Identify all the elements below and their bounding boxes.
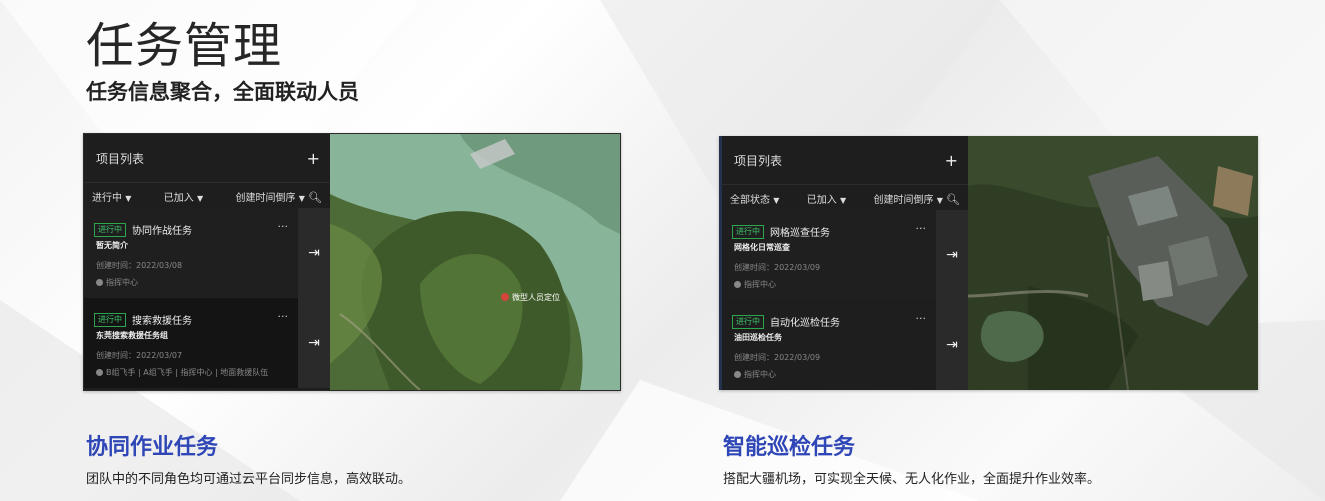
enter-icon[interactable]: ⇥: [936, 210, 968, 300]
task-created: 创建时间：2022/03/09: [734, 263, 821, 272]
more-icon[interactable]: ···: [916, 222, 927, 235]
map-marker-label: 微型人员定位: [512, 292, 560, 302]
task-created: 创建时间：2022/03/09: [734, 353, 821, 362]
task-desc: 油田巡检任务: [734, 333, 782, 342]
status-filter[interactable]: 进行中 ▼: [92, 189, 131, 204]
enter-icon[interactable]: ⇥: [298, 208, 330, 298]
person-icon: [96, 369, 103, 376]
enter-icon[interactable]: ⇥: [936, 300, 968, 390]
sort-filter[interactable]: 创建时间倒序 ▼ 🔍︎: [874, 191, 961, 206]
task-desc: 网格化日常巡查: [734, 243, 790, 252]
task-created: 创建时间：2022/03/08: [96, 261, 183, 270]
plus-icon[interactable]: +: [945, 151, 958, 170]
plus-icon[interactable]: +: [307, 149, 320, 168]
page-title: 任务管理: [86, 18, 283, 74]
person-icon: [96, 279, 103, 286]
person-icon: [734, 371, 741, 378]
status-badge: 进行中: [732, 314, 764, 329]
panel-title: 项目列表: [734, 153, 783, 168]
app-screenshot-collab: 项目列表 + 进行中 ▼ 已加入 ▼ 创建时间倒序 ▼ 🔍︎ 进行中 协同作战任务…: [83, 133, 621, 391]
task-card[interactable]: 进行中 自动化巡检任务 ··· 油田巡检任务 创建时间：2022/03/09 指挥…: [722, 300, 968, 390]
task-card[interactable]: 进行中 搜索救援任务 ··· 东莞搜索救援任务组 创建时间：2022/03/07 …: [84, 298, 330, 388]
more-icon[interactable]: ···: [916, 312, 927, 325]
joined-filter[interactable]: 已加入 ▼: [807, 191, 846, 206]
task-card[interactable]: 进行中 协同作战任务 ··· 暂无简介 创建时间：2022/03/08 指挥中心 …: [84, 208, 330, 298]
project-list-panel: 项目列表 + 进行中 ▼ 已加入 ▼ 创建时间倒序 ▼ 🔍︎ 进行中 协同作战任务…: [84, 134, 330, 390]
task-created: 创建时间：2022/03/07: [96, 351, 183, 360]
filter-bar: 进行中 ▼ 已加入 ▼ 创建时间倒序 ▼ 🔍︎: [84, 183, 330, 210]
task-members: 指挥中心: [734, 369, 776, 380]
feature-desc-collab: 团队中的不同角色均可通过云平台同步信息，高效联动。: [86, 472, 412, 487]
feature-title-collab: 协同作业任务: [86, 435, 219, 460]
search-icon: 🔍︎: [946, 192, 960, 206]
panel-header: 项目列表 +: [84, 134, 330, 183]
status-badge: 进行中: [94, 312, 126, 327]
project-list-panel: 项目列表 + 全部状态 ▼ 已加入 ▼ 创建时间倒序 ▼ 🔍︎ 进行中 网格巡查任…: [722, 136, 968, 390]
task-desc: 暂无简介: [96, 241, 128, 250]
status-badge: 进行中: [732, 224, 764, 239]
panel-title: 项目列表: [96, 151, 145, 166]
task-desc: 东莞搜索救援任务组: [96, 331, 168, 340]
enter-icon[interactable]: ⇥: [298, 298, 330, 388]
feature-desc-inspection: 搭配大疆机场，可实现全天候、无人化作业，全面提升作业效率。: [723, 472, 1101, 487]
status-badge: 进行中: [94, 222, 126, 237]
caret-down-icon: ▼: [839, 195, 847, 205]
joined-filter[interactable]: 已加入 ▼: [164, 189, 203, 204]
caret-down-icon: ▼: [125, 193, 132, 203]
caret-down-icon: ▼: [773, 195, 780, 205]
caret-down-icon: ▼: [298, 193, 305, 203]
task-name: 网格巡查任务: [770, 228, 830, 239]
task-card[interactable]: 进行中 网格巡查任务 ··· 网格化日常巡查 创建时间：2022/03/09 指挥…: [722, 210, 968, 300]
satellite-map[interactable]: 微型人员定位: [330, 134, 620, 390]
more-icon[interactable]: ···: [278, 220, 289, 233]
task-members: B组飞手 | A组飞手 | 指挥中心 | 地面救援队伍: [96, 367, 268, 378]
satellite-map[interactable]: [968, 136, 1258, 390]
task-name: 协同作战任务: [132, 226, 192, 237]
more-icon[interactable]: ···: [278, 310, 289, 323]
search-icon: 🔍︎: [308, 190, 322, 204]
panel-header: 项目列表 +: [722, 136, 968, 185]
person-icon: [734, 281, 741, 288]
filter-bar: 全部状态 ▼ 已加入 ▼ 创建时间倒序 ▼ 🔍︎: [722, 185, 968, 212]
task-name: 搜索救援任务: [132, 316, 192, 327]
task-members: 指挥中心: [734, 279, 776, 290]
task-name: 自动化巡检任务: [770, 318, 840, 329]
task-members: 指挥中心: [96, 277, 138, 288]
feature-title-inspection: 智能巡检任务: [723, 435, 856, 460]
app-screenshot-inspection: 项目列表 + 全部状态 ▼ 已加入 ▼ 创建时间倒序 ▼ 🔍︎ 进行中 网格巡查任…: [719, 136, 1258, 390]
page-subtitle: 任务信息聚合，全面联动人员: [86, 80, 359, 104]
caret-down-icon: ▼: [936, 195, 943, 205]
sort-filter[interactable]: 创建时间倒序 ▼ 🔍︎: [236, 189, 323, 204]
status-filter[interactable]: 全部状态 ▼: [730, 191, 779, 206]
caret-down-icon: ▼: [196, 193, 204, 203]
